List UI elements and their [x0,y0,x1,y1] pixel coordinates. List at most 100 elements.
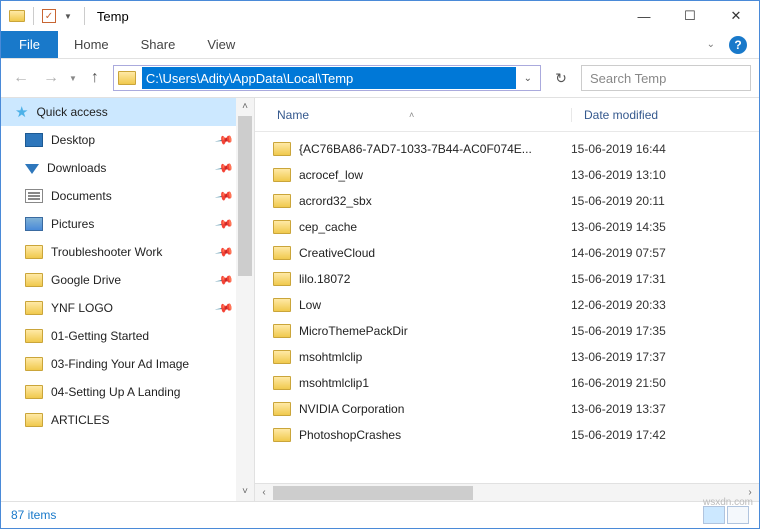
scroll-down-icon[interactable]: ˅ [236,483,254,501]
scroll-thumb[interactable] [273,486,473,500]
sidebar-item[interactable]: 04-Setting Up A Landing [1,378,254,406]
sidebar-item[interactable]: 03-Finding Your Ad Image [1,350,254,378]
horizontal-scrollbar[interactable]: ‹ › [255,483,759,501]
maximize-button[interactable]: ☐ [667,1,713,31]
address-dropdown[interactable]: ⌄ [516,73,540,84]
file-date: 12-06-2019 20:33 [571,298,666,312]
collapse-ribbon-button[interactable]: ⌄ [707,39,715,50]
file-name: cep_cache [299,220,357,234]
file-name: CreativeCloud [299,246,375,260]
sidebar-item[interactable]: ARTICLES [1,406,254,434]
help-button[interactable]: ? [729,36,747,54]
folder-icon [273,324,291,338]
sidebar-item[interactable]: Troubleshooter Work 📌 [1,238,254,266]
navigation-pane[interactable]: ★ Quick access Desktop📌Downloads📌Documen… [1,98,255,501]
file-row[interactable]: msohtmlclip13-06-2019 17:37 [255,344,759,370]
file-row[interactable]: acrord32_sbx15-06-2019 20:11 [255,188,759,214]
item-count: 87 items [11,508,56,522]
address-bar[interactable]: C:\Users\Adity\AppData\Local\Temp ⌄ [113,65,541,91]
forward-button[interactable]: → [39,66,63,90]
sidebar-item[interactable]: Documents📌 [1,182,254,210]
sidebar-item[interactable]: YNF LOGO📌 [1,294,254,322]
doc-icon [25,189,43,203]
sidebar-item[interactable]: 01-Getting Started [1,322,254,350]
properties-qat-button[interactable]: ✓ [42,9,56,23]
qat-dropdown[interactable]: ▼ [60,12,76,21]
status-bar: 87 items [1,501,759,527]
pin-icon: 📌 [214,214,234,234]
scroll-left-icon[interactable]: ‹ [255,487,273,498]
star-icon: ★ [15,103,28,121]
details-view-button[interactable] [703,506,725,524]
window-controls: — ☐ ✕ [621,1,759,31]
file-row[interactable]: {AC76BA86-7AD7-1033-7B44-AC0F074E...15-0… [255,136,759,162]
thumbnails-view-button[interactable] [727,506,749,524]
file-row[interactable]: acrocef_low13-06-2019 13:10 [255,162,759,188]
file-row[interactable]: PhotoshopCrashes 15-06-2019 17:42 [255,422,759,448]
ribbon-tab-share[interactable]: Share [125,31,192,58]
title-bar: ✓ ▼ Temp — ☐ ✕ [1,1,759,31]
up-button[interactable]: ↑ [83,66,107,90]
file-row[interactable]: MicroThemePackDir15-06-2019 17:35 [255,318,759,344]
folder-icon [273,194,291,208]
file-list[interactable]: {AC76BA86-7AD7-1033-7B44-AC0F074E...15-0… [255,132,759,483]
sort-ascending-icon: ˄ [409,110,414,120]
folder-icon [25,357,43,371]
ribbon-tab-view[interactable]: View [191,31,251,58]
file-tab[interactable]: File [1,31,58,58]
folder-icon [273,142,291,156]
pin-icon: 📌 [214,242,234,262]
sidebar-item-label: Troubleshooter Work [51,245,209,259]
quick-access-root[interactable]: ★ Quick access [1,98,254,126]
file-row[interactable]: Low12-06-2019 20:33 [255,292,759,318]
close-button[interactable]: ✕ [713,1,759,31]
file-row[interactable]: CreativeCloud14-06-2019 07:57 [255,240,759,266]
sidebar-item[interactable]: Pictures📌 [1,210,254,238]
quick-access-label: Quick access [36,105,254,119]
file-row[interactable]: NVIDIA Corporation13-06-2019 13:37 [255,396,759,422]
minimize-button[interactable]: — [621,1,667,31]
separator [84,7,85,25]
sidebar-item[interactable]: Downloads 📌 [1,154,254,182]
address-path[interactable]: C:\Users\Adity\AppData\Local\Temp [142,67,516,89]
dl-icon [25,164,39,174]
sidebar-item-label: Downloads [47,161,209,175]
folder-icon [25,329,43,343]
file-list-pane: Name ˄ Date modified {AC76BA86-7AD7-1033… [255,98,759,501]
file-row[interactable]: lilo.1807215-06-2019 17:31 [255,266,759,292]
file-row[interactable]: msohtmlclip116-06-2019 21:50 [255,370,759,396]
file-name: msohtmlclip [299,350,362,364]
desktop-icon [25,133,43,147]
folder-icon [273,220,291,234]
folder-icon [25,413,43,427]
history-dropdown[interactable]: ▼ [69,74,77,83]
pin-icon: 📌 [214,186,234,206]
column-date[interactable]: Date modified [571,108,759,122]
sidebar-item[interactable]: Desktop📌 [1,126,254,154]
pin-icon: 📌 [214,270,234,290]
window-title: Temp [97,9,129,24]
pin-icon: 📌 [214,158,234,178]
sidebar-item-label: Desktop [51,133,209,147]
refresh-button[interactable]: ↻ [547,66,575,90]
sidebar-item-label: ARTICLES [51,413,254,427]
column-name-label: Name [277,108,309,122]
column-name[interactable]: Name ˄ [255,108,571,122]
folder-icon [273,272,291,286]
file-date: 15-06-2019 17:42 [571,428,666,442]
ribbon-tab-home[interactable]: Home [58,31,125,58]
scroll-thumb[interactable] [238,116,252,276]
view-buttons [703,506,749,524]
file-date: 15-06-2019 20:11 [571,194,665,208]
sidebar-scrollbar[interactable]: ˄ ˅ [236,98,254,501]
sidebar-item[interactable]: Google Drive📌 [1,266,254,294]
back-button[interactable]: ← [9,66,33,90]
folder-icon [25,245,43,259]
file-row[interactable]: cep_cache13-06-2019 14:35 [255,214,759,240]
pin-icon: 📌 [214,298,234,318]
file-name: PhotoshopCrashes [299,428,401,442]
search-input[interactable]: Search Temp [581,65,751,91]
scroll-up-icon[interactable]: ˄ [236,98,254,116]
folder-icon [273,350,291,364]
pic-icon [25,217,43,231]
